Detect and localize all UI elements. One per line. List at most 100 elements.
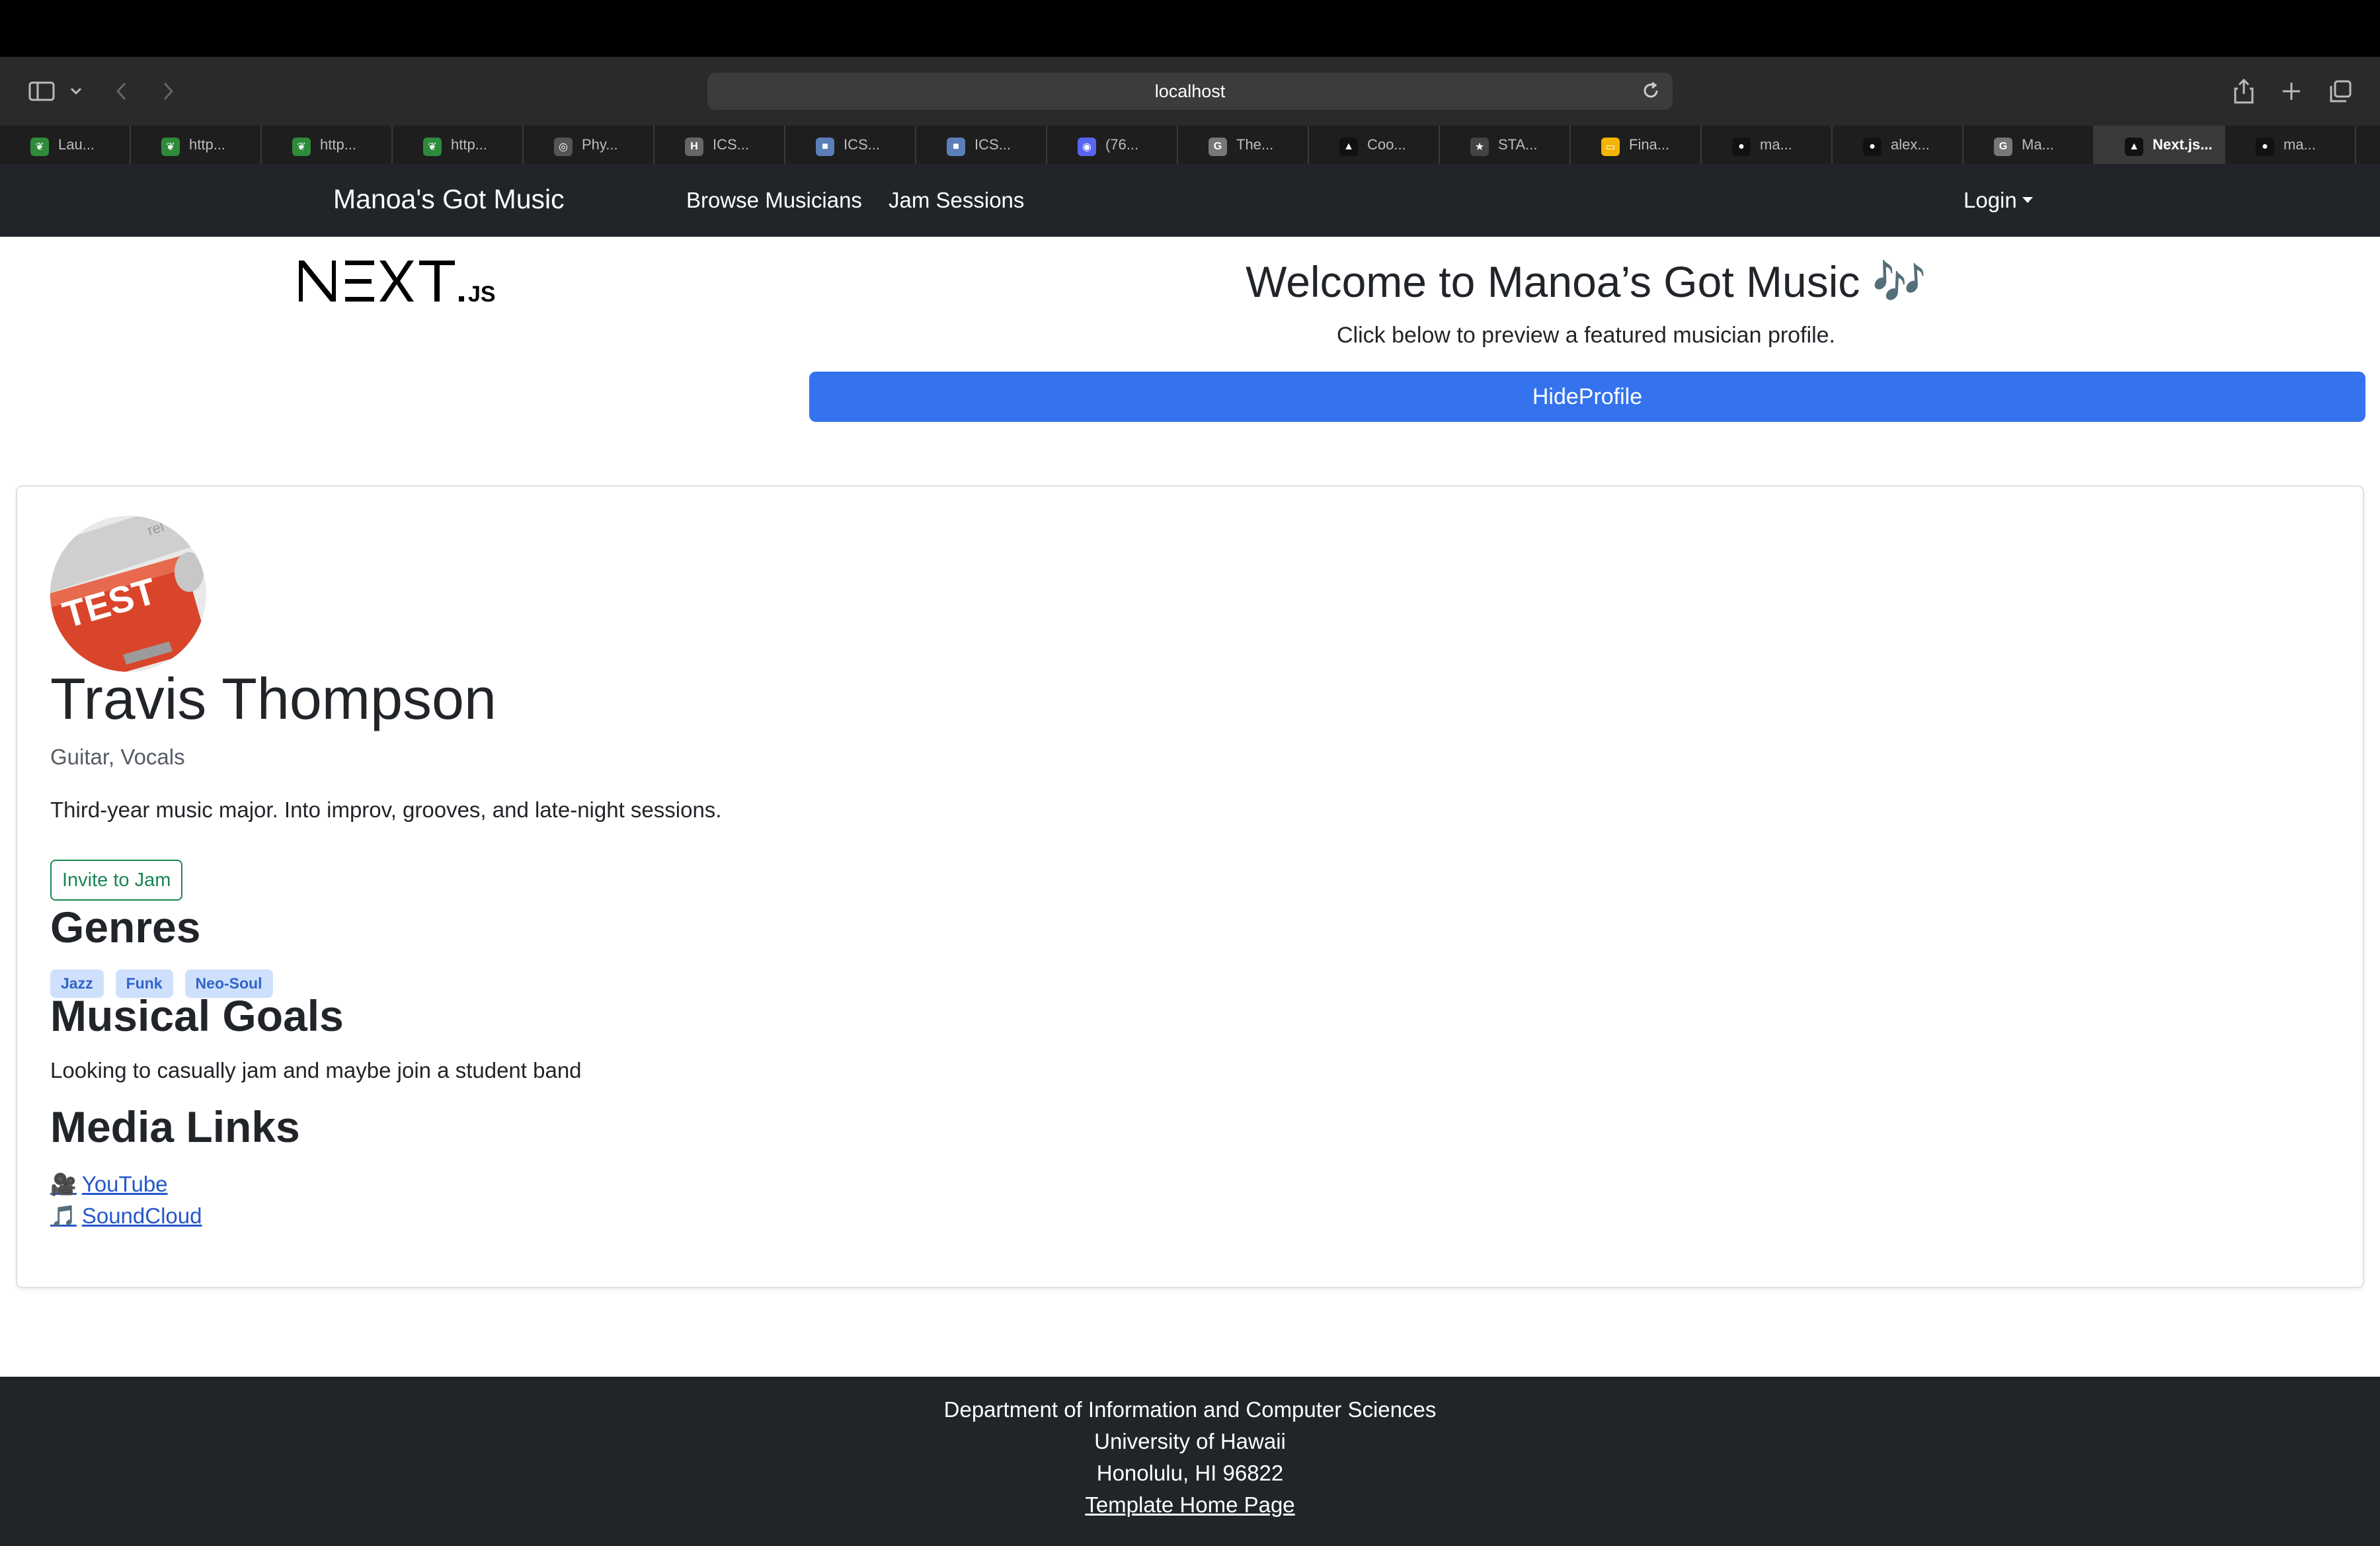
new-tab-icon[interactable] <box>2278 71 2305 111</box>
browser-tab[interactable]: ■ ICS... <box>785 126 916 164</box>
target-icon: ◎ <box>554 138 573 156</box>
browser-tab[interactable]: ★ STA... <box>1440 126 1571 164</box>
music-note-icon: 🎵 <box>50 1204 77 1228</box>
nav-browse-musicians[interactable]: Browse Musicians <box>686 188 862 213</box>
browser-tab-label: Lau... <box>58 136 95 153</box>
footer-department: Department of Information and Computer S… <box>943 1397 1437 1422</box>
browser-tab-label: STA... <box>1498 136 1538 153</box>
browser-tab[interactable]: H ICS... <box>654 126 785 164</box>
video-camera-icon: 🎥 <box>50 1172 77 1196</box>
browser-tab-label: ICS... <box>713 136 750 153</box>
back-icon[interactable] <box>110 71 134 111</box>
github-icon: ● <box>1863 138 1882 156</box>
welcome-heading: Welcome to Manoa’s Got Music 🎶 <box>1246 257 1926 306</box>
browser-tab-label: ma... <box>2283 136 2316 153</box>
browser-tab-label: The... <box>1236 136 1274 153</box>
login-dropdown[interactable]: Login <box>1964 188 2033 213</box>
browser-tab[interactable]: ❦ http... <box>393 126 524 164</box>
browser-tab-label: alex... <box>1891 136 1930 153</box>
discord-icon: ◉ <box>1078 138 1096 156</box>
avatar: rel TEST <box>50 516 206 672</box>
reload-icon[interactable] <box>1641 81 1661 105</box>
tab-strip: ❦ Lau... ❦ http... ❦ http... ❦ http... ◎ Phy... H I… <box>0 126 2380 164</box>
triangle-icon: ▲ <box>1339 138 1358 156</box>
youtube-link-label: YouTube <box>81 1172 168 1196</box>
address-bar[interactable]: localhost <box>707 73 1673 110</box>
g-icon: G <box>1209 138 1227 156</box>
login-label: Login <box>1964 188 2017 212</box>
leaf-icon: ❦ <box>161 138 180 156</box>
nav-jam-sessions[interactable]: Jam Sessions <box>889 188 1024 213</box>
browser-tab-label: Fina... <box>1629 136 1670 153</box>
browser-tab-label: ma... <box>1760 136 1792 153</box>
soundcloud-link[interactable]: 🎵 SoundCloud <box>50 1203 202 1229</box>
musical-goals-text: Looking to casually jam and maybe join a… <box>50 1058 582 1082</box>
browser-tab-label: http... <box>451 136 488 153</box>
hide-profile-button[interactable]: HideProfile <box>809 372 2365 422</box>
github-icon: ● <box>2256 138 2274 156</box>
browser-tab-label: Coo... <box>1367 136 1406 153</box>
footer-address: Honolulu, HI 96822 <box>1096 1461 1284 1485</box>
share-icon[interactable] <box>2231 71 2257 111</box>
browser-tab-label: http... <box>320 136 357 153</box>
browser-tab[interactable]: ● ma... <box>2225 126 2356 164</box>
nextjs-logo: JS <box>299 261 496 307</box>
star-icon: ★ <box>1470 138 1489 156</box>
leaf-icon: ❦ <box>292 138 311 156</box>
genres-heading: Genres <box>50 903 201 952</box>
browser-tab[interactable]: ◉ (76... <box>1047 126 1178 164</box>
browser-tab[interactable]: ❦ http... <box>131 126 262 164</box>
leaf-icon: ❦ <box>423 138 442 156</box>
browser-tab[interactable]: ▲ Next.js... <box>2094 126 2225 164</box>
browser-tab[interactable]: G Ma... <box>1964 126 2094 164</box>
browser-tab[interactable]: ▲ Coo... <box>1309 126 1440 164</box>
browser-tab-label: http... <box>189 136 226 153</box>
sidebar-toggle-icon[interactable] <box>25 71 58 111</box>
browser-tab[interactable]: ❦ Lau... <box>0 126 131 164</box>
leaf-icon: ❦ <box>30 138 49 156</box>
browser-tab[interactable]: ◎ Phy... <box>524 126 654 164</box>
browser-tab[interactable]: ■ ICS... <box>916 126 1047 164</box>
caret-down-icon <box>2022 196 2033 203</box>
chevron-down-icon[interactable] <box>66 71 86 111</box>
soundcloud-link-label: SoundCloud <box>81 1203 202 1228</box>
slides-icon: ▭ <box>1601 138 1620 156</box>
browser-tab-label: Ma... <box>2022 136 2054 153</box>
media-links-heading: Media Links <box>50 1102 300 1151</box>
svg-text:JS: JS <box>468 282 496 307</box>
page-viewport: Manoa's Got Music Browse Musicians Jam S… <box>0 164 2380 1546</box>
square-icon: ■ <box>947 138 965 156</box>
browser-tab[interactable]: ▭ Fina... <box>1571 126 1702 164</box>
browser-tab[interactable]: ● ma... <box>1702 126 1833 164</box>
footer-university: University of Hawaii <box>1094 1429 1286 1453</box>
square-icon: ■ <box>816 138 834 156</box>
forward-icon[interactable] <box>156 71 180 111</box>
tab-overview-icon[interactable] <box>2327 71 2354 111</box>
triangle-icon: ▲ <box>2125 138 2143 156</box>
browser-tab[interactable]: ❦ http... <box>262 126 393 164</box>
page-footer: Department of Information and Computer S… <box>0 1377 2380 1546</box>
profile-card: rel TEST Travis Thompson Guitar, Vocals … <box>16 485 2364 1288</box>
browser-tab-label: ICS... <box>974 136 1012 153</box>
screen-top-bar <box>0 0 2380 57</box>
g-icon: G <box>1994 138 2012 156</box>
musician-bio: Third-year music major. Into improv, gro… <box>50 797 722 822</box>
browser-tab-label: (76... <box>1105 136 1139 153</box>
browser-tab-label: Next.js... <box>2153 136 2213 153</box>
invite-to-jam-button[interactable]: Invite to Jam <box>50 860 183 901</box>
url-text: localhost <box>1154 81 1226 101</box>
browser-tab-label: ICS... <box>844 136 881 153</box>
youtube-link[interactable]: 🎥 YouTube <box>50 1172 168 1197</box>
browser-tab[interactable]: G The... <box>1178 126 1309 164</box>
welcome-subtitle: Click below to preview a featured musici… <box>1336 323 1835 348</box>
top-navbar: Manoa's Got Music Browse Musicians Jam S… <box>0 164 2380 237</box>
browser-tab-label: Phy... <box>582 136 618 153</box>
musician-name: Travis Thompson <box>50 666 496 731</box>
template-home-link[interactable]: Template Home Page <box>0 1489 2380 1521</box>
navbar-brand[interactable]: Manoa's Got Music <box>333 184 565 215</box>
musician-instruments: Guitar, Vocals <box>50 745 185 769</box>
github-icon: ● <box>1732 138 1751 156</box>
browser-tab[interactable]: ● alex... <box>1833 126 1964 164</box>
browser-toolbar: localhost <box>0 57 2380 126</box>
musical-goals-heading: Musical Goals <box>50 991 344 1040</box>
